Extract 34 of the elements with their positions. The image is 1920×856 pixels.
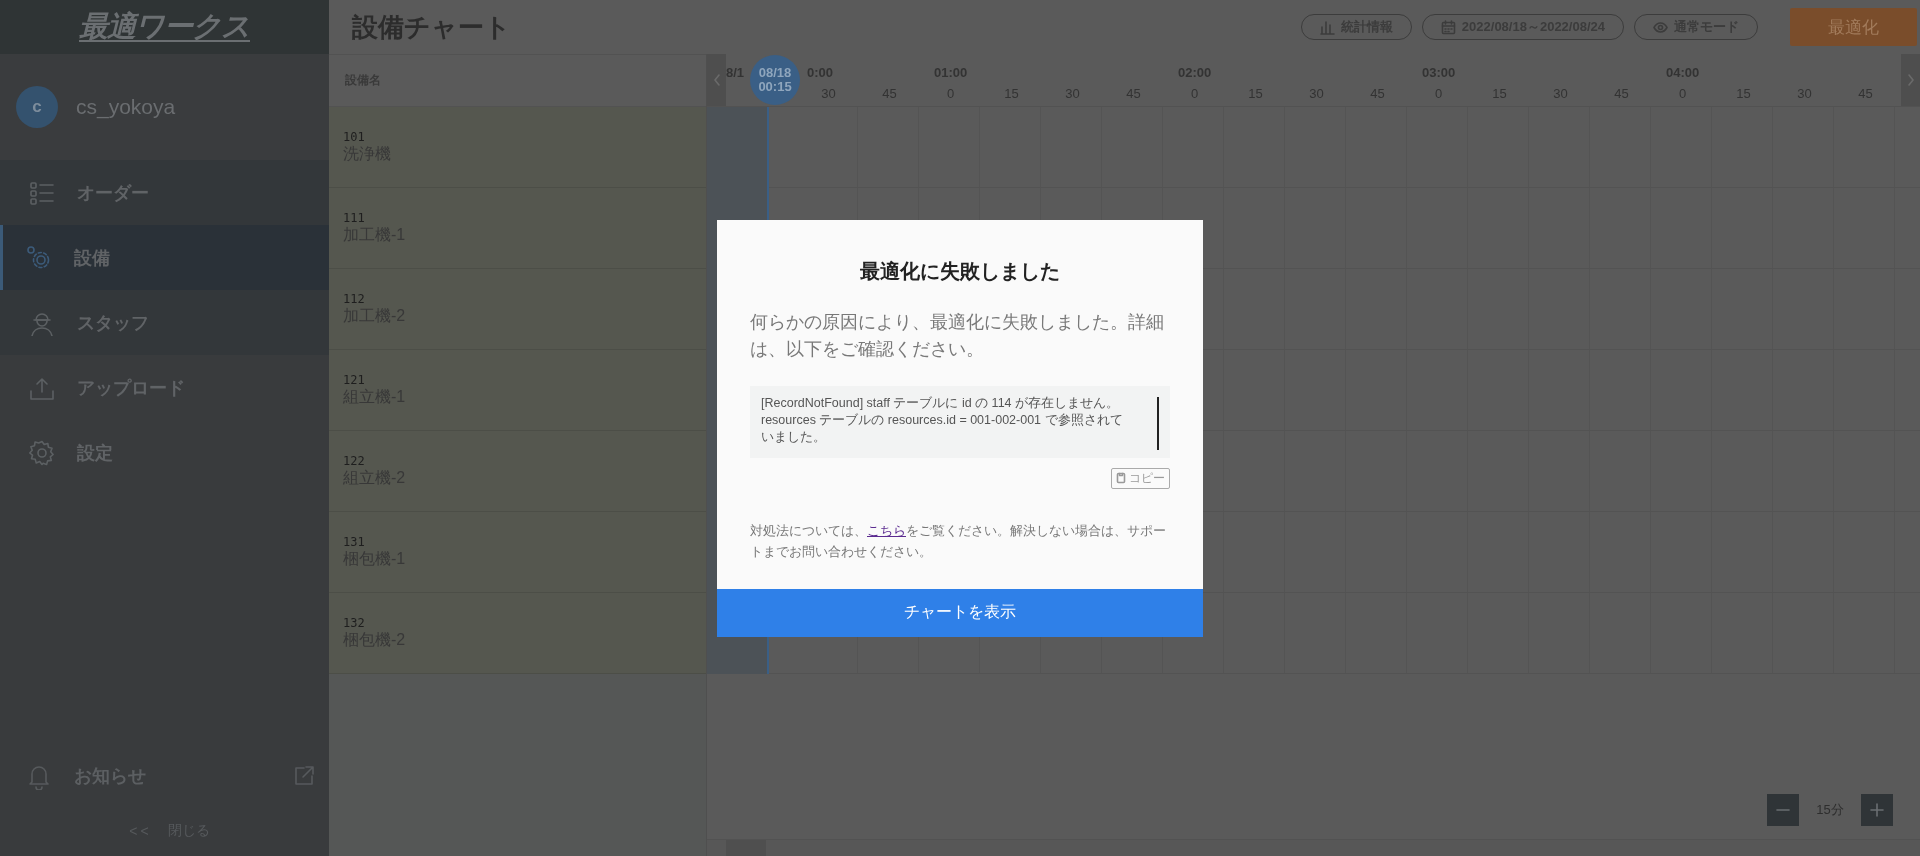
dialog-title: 最適化に失敗しました xyxy=(859,258,1061,284)
calendar-icon xyxy=(1440,19,1456,35)
gears-icon xyxy=(26,244,52,271)
equipment-code: 111 xyxy=(343,210,366,225)
show-chart-button[interactable]: チャートを表示 xyxy=(717,588,1203,637)
minus-icon xyxy=(1776,809,1790,811)
list-icon xyxy=(29,179,55,206)
equipment-code: 131 xyxy=(343,534,366,549)
help-note: 対処法については、こちら をご覧ください。解決しない場合は、サポートまでお問い合わせください。 xyxy=(750,522,1167,561)
dialog-message: 何らかの原因により、最適化に失敗しました。詳細は、以下をご確認ください。 xyxy=(750,310,1165,361)
bar-chart-icon xyxy=(1319,19,1335,35)
error-text: [RecordNotFound] staff テーブルに id の 114 が存在しません。resources テーブルの resources.id = 001-002-001 で参照されていました。 xyxy=(761,395,1123,444)
zoom-out-button[interactable] xyxy=(1767,794,1799,826)
zoom-in-button[interactable] xyxy=(1861,794,1893,826)
equipment-code: 101 xyxy=(343,129,366,144)
scrollbar xyxy=(1157,396,1159,450)
clipboard-icon xyxy=(1116,472,1126,484)
user-avatar: c xyxy=(16,86,58,128)
chevron-right-icon xyxy=(1906,74,1915,86)
external-link-icon xyxy=(293,765,315,787)
app-logo: 最適ワークス xyxy=(79,9,250,44)
gear-icon xyxy=(29,439,55,466)
scroll-left-button[interactable] xyxy=(707,54,726,106)
chevron-left-icon xyxy=(712,74,721,86)
equipment-code: 112 xyxy=(343,291,366,306)
plus-icon xyxy=(1870,803,1884,817)
scroll-right-button[interactable] xyxy=(1901,54,1920,106)
equipment-code: 121 xyxy=(343,372,366,387)
eye-icon xyxy=(1653,19,1668,35)
copy-button[interactable]: コピー xyxy=(1111,467,1170,489)
current-time-marker: 08/18 00:15 xyxy=(750,55,800,105)
equipment-code: 132 xyxy=(343,615,366,630)
equipment-code: 122 xyxy=(343,453,366,468)
help-link[interactable]: こちら xyxy=(867,523,906,538)
